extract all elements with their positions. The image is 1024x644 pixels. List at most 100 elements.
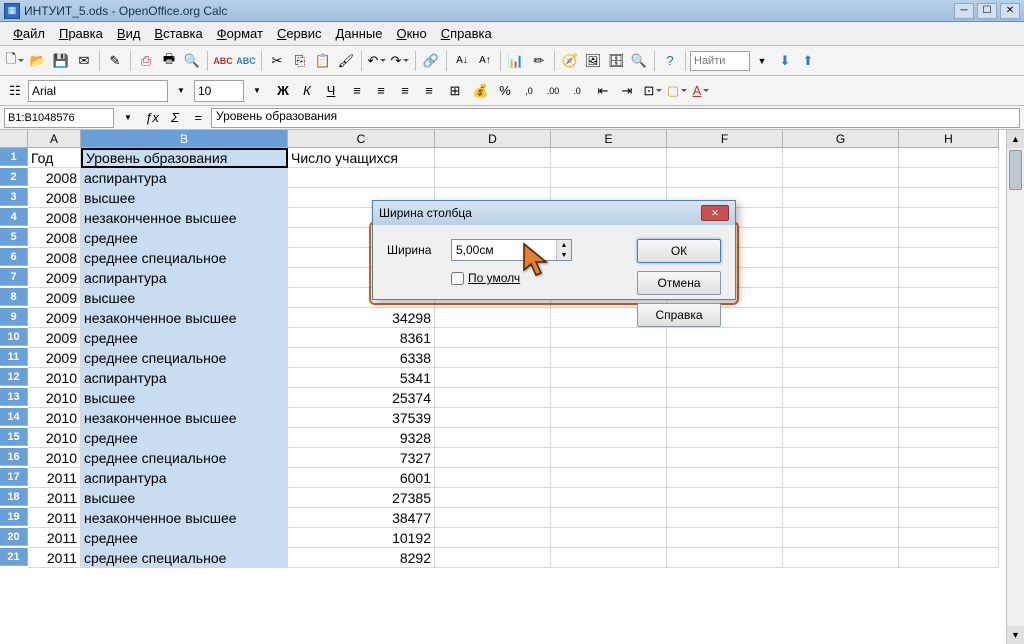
cell-H18[interactable] xyxy=(899,488,999,508)
cell-F20[interactable] xyxy=(667,528,783,548)
row-header-7[interactable]: 7 xyxy=(0,268,28,286)
row-header-15[interactable]: 15 xyxy=(0,428,28,446)
cell-A8[interactable]: 2009 xyxy=(28,288,81,308)
formula-input[interactable]: Уровень образования xyxy=(211,108,1020,128)
number-button[interactable]: ,0 xyxy=(518,80,540,102)
cell-H16[interactable] xyxy=(899,448,999,468)
sort-desc-button[interactable]: A↑ xyxy=(474,50,496,72)
undo-button[interactable]: ↶ xyxy=(366,50,388,72)
cell-E13[interactable] xyxy=(551,388,667,408)
cell-B6[interactable]: среднее специальное xyxy=(81,248,288,268)
cell-H8[interactable] xyxy=(899,288,999,308)
cell-H5[interactable] xyxy=(899,228,999,248)
new-doc-button[interactable]: 🗋 xyxy=(4,50,26,72)
cell-G18[interactable] xyxy=(783,488,899,508)
print-button[interactable]: 🖶 xyxy=(158,50,180,72)
cell-E16[interactable] xyxy=(551,448,667,468)
cell-E1[interactable] xyxy=(551,148,667,168)
cell-C9[interactable]: 34298 xyxy=(288,308,435,328)
sort-asc-button[interactable]: A↓ xyxy=(451,50,473,72)
cell-G20[interactable] xyxy=(783,528,899,548)
cell-F2[interactable] xyxy=(667,168,783,188)
pdf-button[interactable]: ⎙ xyxy=(135,50,157,72)
cell-F21[interactable] xyxy=(667,548,783,568)
cell-E21[interactable] xyxy=(551,548,667,568)
cell-F1[interactable] xyxy=(667,148,783,168)
cell-C1[interactable]: Число учащихся xyxy=(288,148,435,168)
cell-B21[interactable]: среднее специальное xyxy=(81,548,288,568)
column-header-A[interactable]: A xyxy=(28,130,81,148)
cell-D9[interactable] xyxy=(435,308,551,328)
cell-A14[interactable]: 2010 xyxy=(28,408,81,428)
help-button[interactable]: ? xyxy=(659,50,681,72)
cell-D16[interactable] xyxy=(435,448,551,468)
ok-button[interactable]: ОК xyxy=(637,239,721,263)
cell-H3[interactable] xyxy=(899,188,999,208)
cell-H13[interactable] xyxy=(899,388,999,408)
cell-C12[interactable]: 5341 xyxy=(288,368,435,388)
cell-H10[interactable] xyxy=(899,328,999,348)
inc-indent-button[interactable]: ⇥ xyxy=(616,80,638,102)
navigator-button[interactable]: 🧭 xyxy=(559,50,581,72)
row-header-21[interactable]: 21 xyxy=(0,548,28,566)
cell-H9[interactable] xyxy=(899,308,999,328)
cell-B10[interactable]: среднее xyxy=(81,328,288,348)
cell-B20[interactable]: среднее xyxy=(81,528,288,548)
cell-C2[interactable] xyxy=(288,168,435,188)
dialog-title-bar[interactable]: Ширина столбца ✕ xyxy=(373,201,735,225)
cell-G3[interactable] xyxy=(783,188,899,208)
sum-button[interactable]: Σ xyxy=(165,109,185,127)
find-prev-button[interactable]: ⬆ xyxy=(797,50,819,72)
cell-D17[interactable] xyxy=(435,468,551,488)
cell-C20[interactable]: 10192 xyxy=(288,528,435,548)
cell-H15[interactable] xyxy=(899,428,999,448)
datasources-button[interactable]: 🗄 xyxy=(605,50,627,72)
cell-C19[interactable]: 38477 xyxy=(288,508,435,528)
align-left-button[interactable]: ≡ xyxy=(346,80,368,102)
cell-E2[interactable] xyxy=(551,168,667,188)
styles-button[interactable]: ☷ xyxy=(4,80,26,102)
cell-H19[interactable] xyxy=(899,508,999,528)
cell-A3[interactable]: 2008 xyxy=(28,188,81,208)
cell-E15[interactable] xyxy=(551,428,667,448)
dec-indent-button[interactable]: ⇤ xyxy=(592,80,614,102)
email-button[interactable]: ✉ xyxy=(73,50,95,72)
cell-D15[interactable] xyxy=(435,428,551,448)
maximize-button[interactable]: ☐ xyxy=(977,3,997,19)
cell-H2[interactable] xyxy=(899,168,999,188)
cell-B16[interactable]: среднее специальное xyxy=(81,448,288,468)
row-header-11[interactable]: 11 xyxy=(0,348,28,366)
cell-H14[interactable] xyxy=(899,408,999,428)
row-header-8[interactable]: 8 xyxy=(0,288,28,306)
cell-B2[interactable]: аспирантура xyxy=(81,168,288,188)
cell-F13[interactable] xyxy=(667,388,783,408)
spellcheck-button[interactable]: ABC xyxy=(212,50,234,72)
close-button[interactable]: ✕ xyxy=(1000,3,1020,19)
autospell-button[interactable]: ABC xyxy=(235,50,257,72)
cell-E11[interactable] xyxy=(551,348,667,368)
bgcolor-button[interactable]: ▢ xyxy=(666,80,688,102)
cellref-dd-icon[interactable]: ▼ xyxy=(117,107,139,129)
cell-A6[interactable]: 2008 xyxy=(28,248,81,268)
row-header-19[interactable]: 19 xyxy=(0,508,28,526)
spinner-down-icon[interactable]: ▼ xyxy=(557,250,571,260)
italic-button[interactable]: К xyxy=(296,80,318,102)
underline-button[interactable]: Ч xyxy=(320,80,342,102)
cell-C17[interactable]: 6001 xyxy=(288,468,435,488)
cell-F18[interactable] xyxy=(667,488,783,508)
cell-G5[interactable] xyxy=(783,228,899,248)
row-header-5[interactable]: 5 xyxy=(0,228,28,246)
cell-B12[interactable]: аспирантура xyxy=(81,368,288,388)
cell-D11[interactable] xyxy=(435,348,551,368)
preview-button[interactable]: 🔍 xyxy=(181,50,203,72)
row-header-14[interactable]: 14 xyxy=(0,408,28,426)
cell-G7[interactable] xyxy=(783,268,899,288)
cell-B3[interactable]: высшее xyxy=(81,188,288,208)
cell-F19[interactable] xyxy=(667,508,783,528)
cell-A7[interactable]: 2009 xyxy=(28,268,81,288)
cell-D14[interactable] xyxy=(435,408,551,428)
gallery-button[interactable]: 🖼 xyxy=(582,50,604,72)
find-input[interactable] xyxy=(690,51,750,71)
cell-F11[interactable] xyxy=(667,348,783,368)
cell-C18[interactable]: 27385 xyxy=(288,488,435,508)
